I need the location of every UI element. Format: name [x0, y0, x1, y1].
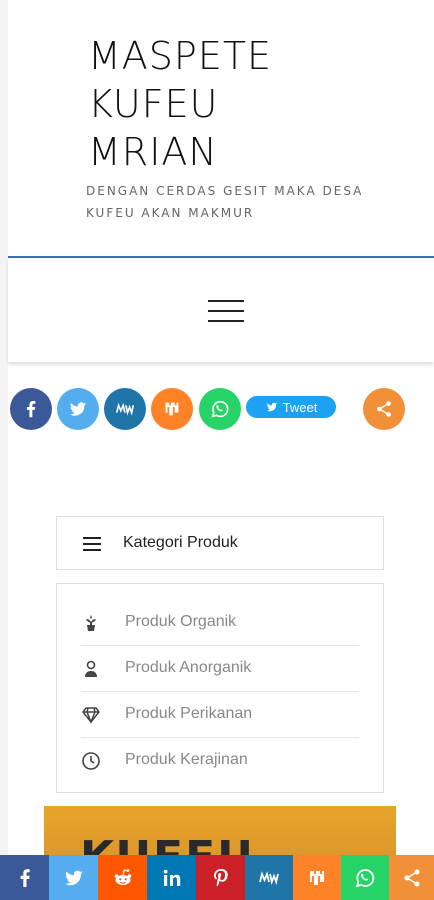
tweet-button[interactable]: Tweet [246, 396, 336, 418]
category-header[interactable]: Kategori Produk [56, 516, 384, 570]
twitter-icon [64, 870, 83, 885]
category-list: Produk Organik Produk Anorganik Produk P… [56, 583, 384, 793]
bottom-mewe-button[interactable] [245, 855, 293, 900]
bottom-linkedin-button[interactable] [147, 855, 196, 900]
facebook-share-button[interactable] [10, 388, 52, 430]
plant-icon [86, 615, 96, 631]
list-icon [83, 537, 101, 555]
bottom-pinterest-button[interactable] [196, 855, 245, 900]
diamond-icon [82, 707, 100, 725]
twitter-share-button[interactable] [57, 388, 99, 430]
category-item-label: Produk Perikanan [125, 705, 253, 722]
mix-icon [165, 402, 179, 416]
tweet-label: Tweet [282, 399, 318, 415]
facebook-icon [26, 401, 36, 418]
bottom-mix-button[interactable] [293, 855, 341, 900]
linkedin-icon [163, 869, 180, 886]
category-item-kerajinan[interactable]: Produk Kerajinan [81, 738, 359, 784]
bottom-facebook-button[interactable] [0, 855, 49, 900]
share-icon [377, 401, 391, 417]
share-row: Tweet [0, 388, 434, 434]
person-icon [85, 660, 97, 677]
share-icon [404, 869, 419, 886]
whatsapp-icon [355, 868, 375, 887]
bottom-reddit-button[interactable] [98, 855, 147, 900]
category-item-organik[interactable]: Produk Organik [81, 600, 359, 646]
mewe-icon [259, 870, 279, 885]
mix-share-button[interactable] [151, 388, 193, 430]
bottom-whatsapp-button[interactable] [341, 855, 389, 900]
menu-toggle-button[interactable] [208, 300, 244, 322]
hamburger-line [208, 300, 244, 302]
mewe-share-button[interactable] [104, 388, 146, 430]
site-title-line: KUFEU [88, 82, 219, 126]
category-item-label: Produk Organik [125, 613, 237, 630]
facebook-icon [20, 868, 30, 887]
category-item-anorganik[interactable]: Produk Anorganik [81, 646, 359, 692]
category-heading: Kategori Produk [123, 534, 238, 551]
bottom-twitter-button[interactable] [49, 855, 98, 900]
mix-icon [310, 870, 324, 885]
category-item-label: Produk Anorganik [125, 659, 252, 676]
menu-bar [8, 258, 434, 362]
category-item-label: Produk Kerajinan [125, 751, 248, 768]
pinterest-icon [213, 868, 228, 886]
reddit-icon [114, 868, 131, 885]
twitter-bird-icon [266, 402, 277, 412]
hamburger-line [208, 320, 244, 322]
hamburger-line [208, 310, 244, 312]
site-tagline: DENGAN CERDAS GESIT MAKA DESA KUFEU AKAN… [86, 184, 364, 220]
share-more-button[interactable] [363, 388, 405, 430]
twitter-icon [69, 402, 87, 416]
site-title-line: MRIAN [88, 130, 218, 174]
clock-icon [82, 752, 100, 770]
bottom-share-bar [0, 855, 434, 900]
site-title[interactable]: MASPETE KUFEU MRIAN [88, 32, 348, 176]
category-item-perikanan[interactable]: Produk Perikanan [81, 692, 359, 738]
site-title-line: MASPETE [88, 34, 273, 78]
mewe-icon [115, 402, 135, 416]
whatsapp-share-button[interactable] [199, 388, 241, 430]
bottom-share-button[interactable] [389, 855, 434, 900]
whatsapp-icon [211, 400, 229, 418]
